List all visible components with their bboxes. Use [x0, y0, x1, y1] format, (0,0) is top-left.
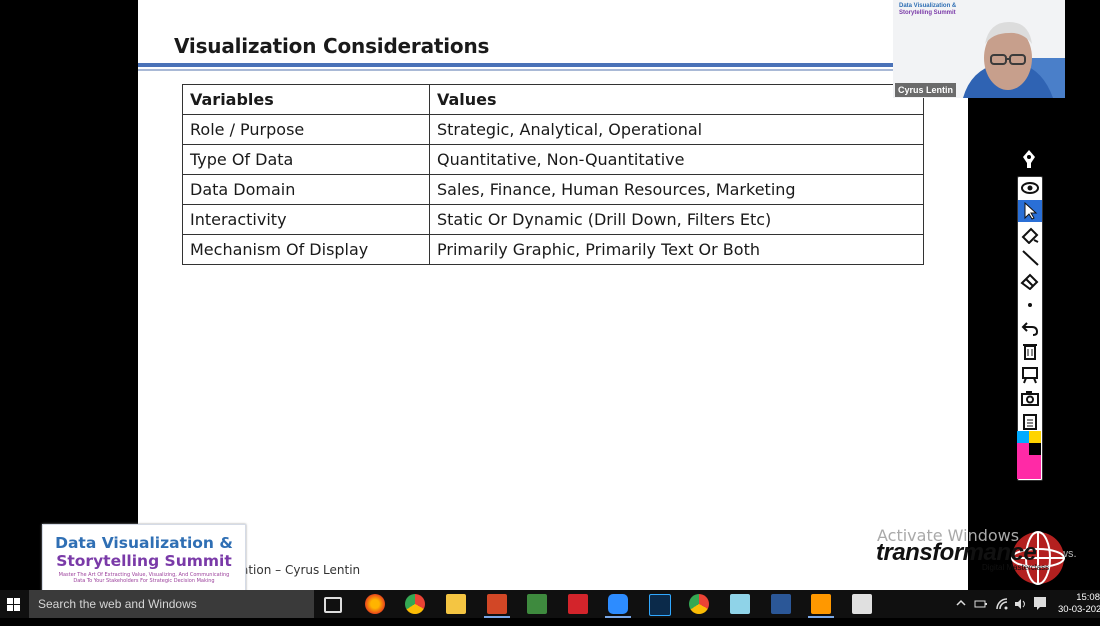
undo-icon[interactable]	[1018, 317, 1042, 339]
table-cell: Static Or Dynamic (Drill Down, Filters E…	[429, 204, 924, 235]
considerations-table: Variables Values Role / Purpose Strategi…	[182, 84, 924, 265]
slide-footer: ation – Cyrus Lentin	[241, 563, 361, 577]
column-header: Variables	[182, 84, 430, 115]
photoshop-icon[interactable]	[649, 594, 671, 616]
battery-icon[interactable]	[974, 598, 988, 626]
transformance-subtitle: Digital Masterclass	[982, 563, 1050, 572]
table-row: Mechanism Of Display Primarily Graphic, …	[182, 234, 924, 265]
palette-magenta	[1017, 443, 1029, 479]
table-cell: Strategic, Analytical, Operational	[429, 114, 924, 145]
task-view-icon[interactable]	[324, 597, 342, 613]
table-cell: Sales, Finance, Human Resources, Marketi…	[429, 174, 924, 205]
color-palette[interactable]	[1017, 431, 1041, 479]
volume-icon[interactable]	[1013, 597, 1027, 625]
table-cell: Role / Purpose	[182, 114, 430, 145]
highlighter-icon[interactable]	[1018, 224, 1042, 246]
table-row: Interactivity Static Or Dynamic (Drill D…	[182, 204, 924, 235]
participant-name-tag: Cyrus Lentin	[895, 83, 957, 97]
table-cell: Quantitative, Non-Quantitative	[429, 144, 924, 175]
presentation-slide: Visualization Considerations Variables V…	[138, 0, 968, 590]
clock-date: 30-03-202	[1058, 604, 1100, 615]
table-cell: Mechanism Of Display	[182, 234, 430, 265]
column-header: Values	[429, 84, 924, 115]
title-rule	[138, 63, 898, 67]
acrobat-icon[interactable]	[568, 594, 588, 614]
webcam-tile: Data Visualization & Storytelling Summit…	[893, 0, 1065, 98]
taskbar-clock[interactable]: 15:08 30-03-202	[1058, 592, 1100, 616]
table-row: Role / Purpose Strategic, Analytical, Op…	[182, 114, 924, 145]
eraser-icon[interactable]	[1018, 270, 1042, 292]
table-cell: Interactivity	[182, 204, 430, 235]
windows-start-icon[interactable]	[0, 590, 28, 618]
firefox-icon[interactable]	[365, 594, 385, 614]
palette-yellow	[1029, 431, 1041, 443]
table-row: Data Domain Sales, Finance, Human Resour…	[182, 174, 924, 205]
dot-size-icon[interactable]	[1018, 294, 1042, 316]
clipboard-icon[interactable]	[1018, 410, 1042, 432]
notification-icon[interactable]	[1033, 596, 1047, 624]
powerpoint-icon[interactable]	[487, 594, 507, 614]
word-icon[interactable]	[771, 594, 791, 614]
table-row: Type Of Data Quantitative, Non-Quantitat…	[182, 144, 924, 175]
palette-cyan	[1017, 431, 1029, 443]
clock-time: 15:08	[1076, 592, 1100, 603]
chrome-icon[interactable]	[405, 594, 425, 614]
summit-logo: Data Visualization & Storytelling Summit…	[42, 524, 246, 592]
wifi-icon[interactable]	[995, 597, 1009, 625]
eye-icon[interactable]	[1018, 177, 1042, 199]
slide-title: Visualization Considerations	[174, 34, 490, 58]
pen-icon[interactable]	[1021, 149, 1037, 169]
file-explorer-icon[interactable]	[446, 594, 466, 614]
table-cell: Primarily Graphic, Primarily Text Or Bot…	[429, 234, 924, 265]
title-rule-thin	[138, 69, 898, 71]
palette-magenta-2	[1029, 455, 1041, 479]
transformance-logo: transformance Digital Masterclass	[870, 527, 1065, 590]
taskbar-search-input[interactable]: Search the web and Windows	[29, 590, 314, 618]
chrome-icon[interactable]	[689, 594, 709, 614]
camera-icon[interactable]	[1018, 387, 1042, 409]
zoom-icon[interactable]	[608, 594, 628, 614]
chevron-up-icon[interactable]	[955, 597, 967, 625]
summit-logo-tagline: Master The Art Of Extracting Value, Visu…	[58, 572, 230, 584]
table-header-row: Variables Values	[182, 84, 924, 115]
notes-icon[interactable]	[730, 594, 750, 614]
pointer-icon[interactable]	[1018, 200, 1042, 222]
table-cell: Type Of Data	[182, 144, 430, 175]
sublime-icon[interactable]	[811, 594, 831, 614]
media-icon[interactable]	[852, 594, 872, 614]
palette-black	[1029, 443, 1041, 455]
summit-logo-line2: Storytelling Summit	[56, 552, 232, 570]
trash-icon[interactable]	[1018, 340, 1042, 362]
line-icon[interactable]	[1018, 247, 1042, 269]
windows-taskbar: Search the web and Windows 15:08 30-03-2…	[0, 590, 1100, 618]
excel-icon[interactable]	[527, 594, 547, 614]
whiteboard-icon[interactable]	[1018, 364, 1042, 386]
table-cell: Data Domain	[182, 174, 430, 205]
summit-logo-line1: Data Visualization &	[55, 534, 233, 552]
